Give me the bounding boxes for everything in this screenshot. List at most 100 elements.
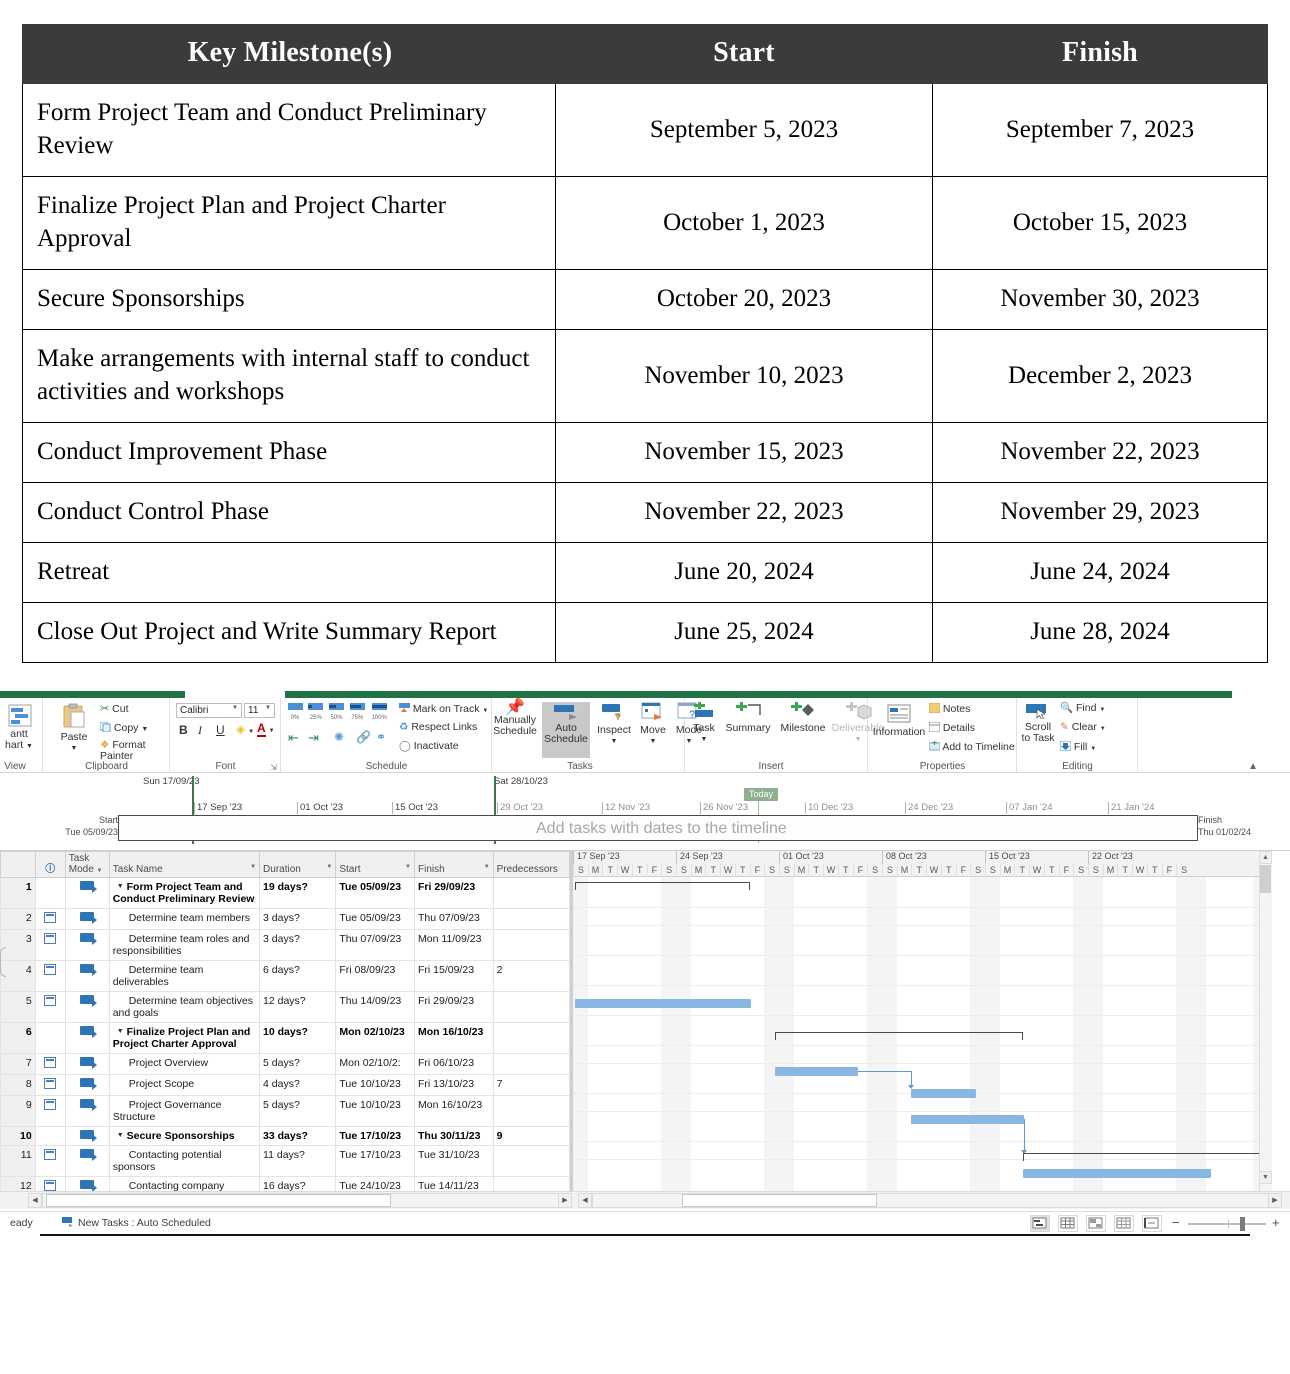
chevron-down-icon[interactable]: ▼	[269, 728, 275, 734]
row-number[interactable]: 8	[0, 1074, 36, 1096]
task-mode-cell[interactable]	[64, 991, 110, 1023]
task-row[interactable]: 1 ▼ Form Project Team and Conduct Prelimi…	[0, 877, 570, 909]
chevron-down-icon[interactable]: ▼	[52, 743, 96, 754]
task-name-cell[interactable]: Project Governance Structure	[108, 1095, 261, 1127]
gantt-task-bar[interactable]	[911, 1089, 976, 1098]
column-header-duration[interactable]: Duration ▼	[259, 851, 337, 878]
task-name-cell[interactable]: Determine team objectives and goals	[108, 991, 261, 1023]
task-row[interactable]: 7 Project Overview 5 days? Mon 02/10/2: …	[0, 1053, 570, 1075]
sheet-scroll-indicator[interactable]	[0, 947, 6, 977]
predecessors-cell[interactable]	[492, 991, 570, 1023]
task-row[interactable]: 2 Determine team members 3 days? Tue 05/…	[0, 908, 570, 930]
predecessors-cell[interactable]	[492, 929, 570, 961]
duration-cell[interactable]: 11 days?	[259, 1145, 337, 1177]
gantt-scroll-thumb[interactable]	[682, 1194, 877, 1207]
task-mode-cell[interactable]	[64, 1095, 110, 1127]
indicator-cell[interactable]	[34, 908, 66, 930]
fill-button[interactable]: Fill ▼	[1059, 740, 1096, 755]
gantt-bars-area[interactable]	[573, 877, 1272, 1191]
start-cell[interactable]: Tue 05/09/23	[335, 908, 415, 930]
indicator-cell[interactable]	[34, 960, 66, 992]
indicator-cell[interactable]	[34, 1074, 66, 1096]
task-row[interactable]: 9 Project Governance Structure 5 days? T…	[0, 1095, 570, 1127]
start-cell[interactable]: Tue 05/09/23	[335, 877, 415, 909]
task-mode-cell[interactable]	[64, 929, 110, 961]
task-name-cell[interactable]: Contacting company clients	[108, 1176, 261, 1191]
scroll-down-button[interactable]: ▼	[1259, 1171, 1272, 1184]
finish-cell[interactable]: Tue 14/11/23	[414, 1176, 494, 1191]
chevron-down-icon[interactable]: ▼	[232, 705, 238, 711]
duration-cell[interactable]: 3 days?	[259, 929, 337, 961]
task-sheet[interactable]: ⓘ Task Mode ▼ Task Name ▼ Duration ▼ Sta…	[0, 851, 570, 1191]
duration-cell[interactable]: 10 days?	[259, 1022, 337, 1054]
finish-cell[interactable]: Thu 07/09/23	[414, 908, 494, 930]
gantt-task-bar[interactable]	[775, 1067, 858, 1076]
link-tasks-button[interactable]: 🔗	[356, 730, 371, 744]
find-button[interactable]: 🔍 Find ▼	[1060, 703, 1105, 716]
format-painter-button[interactable]: ❖ Format Painter	[100, 740, 169, 762]
task-row[interactable]: 10 ▼ Secure Sponsorships 33 days? Tue 17/…	[0, 1126, 570, 1146]
task-name-cell[interactable]: Determine team deliverables	[108, 960, 261, 992]
gantt-vertical-scrollbar[interactable]	[1259, 851, 1272, 1191]
gantt-chart-pane[interactable]: 17 Sep '23 24 Sep '23 01 Oct '23 08 Oct …	[572, 851, 1272, 1191]
finish-cell[interactable]: Fri 06/10/23	[414, 1053, 494, 1075]
duration-cell[interactable]: 33 days?	[259, 1126, 337, 1146]
task-mode-cell[interactable]	[64, 908, 110, 930]
notes-button[interactable]: Notes	[928, 702, 970, 715]
duration-cell[interactable]: 12 days?	[259, 991, 337, 1023]
auto-schedule-button[interactable]: Auto Schedule	[542, 702, 590, 758]
task-row[interactable]: 11 Contacting potential sponsors 11 days…	[0, 1145, 570, 1177]
collapse-ribbon-button[interactable]: ▲	[1248, 761, 1258, 772]
task-row[interactable]: 8 Project Scope 4 days? Tue 10/10/23 Fri…	[0, 1074, 570, 1096]
duration-cell[interactable]: 5 days?	[259, 1095, 337, 1127]
predecessors-cell[interactable]	[492, 1176, 570, 1191]
indicator-cell[interactable]	[34, 1053, 66, 1075]
task-name-cell[interactable]: ▼ Secure Sponsorships	[108, 1126, 261, 1146]
chevron-down-icon[interactable]: ▼	[484, 864, 490, 870]
timeline-view[interactable]: Sun 17/09/23 Sat 28/10/23 17 Sep '23 01 …	[0, 773, 1290, 851]
task-row[interactable]: 6 ▼ Finalize Project Plan and Project Cha…	[0, 1022, 570, 1054]
row-number[interactable]: 5	[0, 991, 36, 1023]
view-resource-sheet-button[interactable]	[1114, 1215, 1134, 1232]
predecessors-cell[interactable]: 9	[492, 1126, 570, 1146]
chevron-down-icon[interactable]: ▼	[595, 736, 633, 747]
finish-cell[interactable]: Mon 16/10/23	[414, 1022, 494, 1054]
inactivate-button[interactable]: ◯ Inactivate	[399, 741, 459, 752]
predecessors-cell[interactable]	[492, 1053, 570, 1075]
collapse-triangle-icon[interactable]: ▼	[117, 1028, 124, 1035]
zoom-slider-handle[interactable]	[1240, 1217, 1245, 1231]
start-cell[interactable]: Fri 08/09/23	[335, 960, 415, 992]
view-task-usage-button[interactable]	[1058, 1215, 1078, 1232]
predecessors-cell[interactable]	[492, 877, 570, 909]
task-row[interactable]: 3 Determine team roles and responsibilit…	[0, 929, 570, 961]
sheet-scroll-right-button[interactable]: ▶	[558, 1193, 572, 1208]
font-size-select[interactable]: 11 ▼	[244, 703, 275, 718]
finish-cell[interactable]: Fri 29/09/23	[414, 877, 494, 909]
start-cell[interactable]: Mon 02/10/23	[335, 1022, 415, 1054]
paste-button[interactable]: Paste ▼	[52, 703, 96, 754]
row-number[interactable]: 11	[0, 1145, 36, 1177]
scroll-to-task-button[interactable]: Scroll to Task	[1020, 703, 1056, 744]
predecessors-cell[interactable]: 2	[492, 960, 570, 992]
row-number[interactable]: 1	[0, 877, 36, 909]
respect-split-icon[interactable]: ✺	[334, 730, 344, 744]
task-name-cell[interactable]: Determine team roles and responsibilitie…	[108, 929, 261, 961]
italic-button[interactable]: I	[198, 724, 202, 736]
start-cell[interactable]: Tue 17/10/23	[335, 1126, 415, 1146]
move-button[interactable]: Move ▼	[635, 702, 671, 747]
inspect-button[interactable]: ? Inspect ▼	[595, 702, 633, 747]
chevron-down-icon[interactable]: ▼	[1090, 746, 1096, 752]
cut-button[interactable]: ✂ Cut	[100, 704, 128, 715]
column-header-indicators[interactable]: ⓘ	[34, 851, 66, 878]
task-mode-cell[interactable]	[64, 1074, 110, 1096]
task-mode-cell[interactable]	[64, 1176, 110, 1191]
bold-button[interactable]: B	[179, 724, 188, 736]
predecessors-cell[interactable]	[492, 1095, 570, 1127]
finish-cell[interactable]: Tue 31/10/23	[414, 1145, 494, 1177]
clear-button[interactable]: ✎ Clear ▼	[1060, 722, 1106, 735]
start-cell[interactable]: Tue 17/10/23	[335, 1145, 415, 1177]
indicator-cell[interactable]	[34, 1022, 66, 1054]
unlink-tasks-button[interactable]: ⚭	[376, 730, 386, 744]
chevron-down-icon[interactable]: ▼	[635, 736, 671, 747]
duration-cell[interactable]: 6 days?	[259, 960, 337, 992]
